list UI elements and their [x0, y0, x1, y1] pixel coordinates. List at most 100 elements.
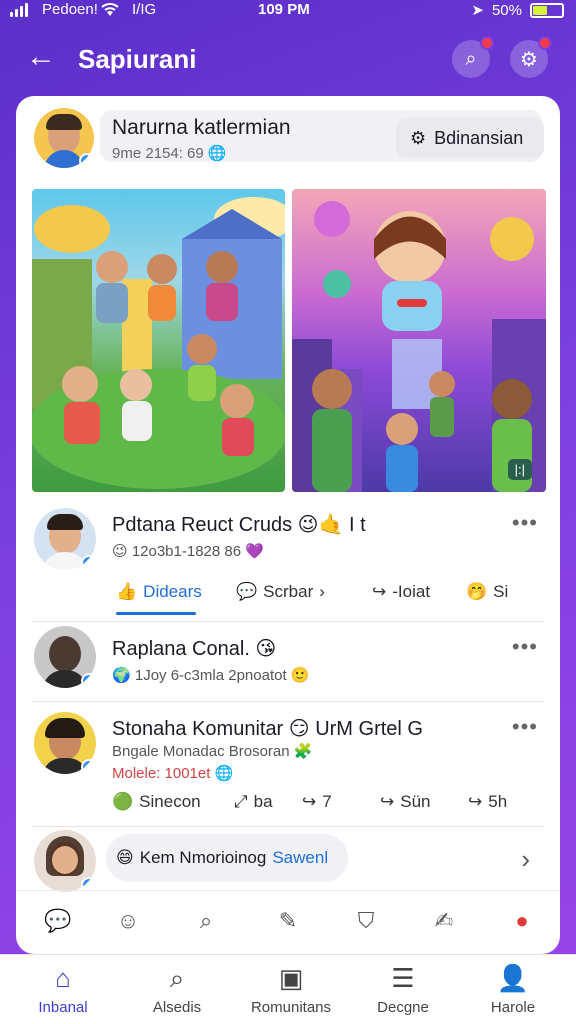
post1-author-avatar[interactable] [34, 508, 96, 570]
nav-label-search: Alsedis [152, 999, 202, 1016]
share-icon: ↪ [302, 792, 317, 811]
nav-label-communities: Romunitans [250, 999, 332, 1016]
post1-author-name[interactable]: Pdtana Reuct Cruds 😉🤙 I t [112, 512, 366, 537]
profile-icon[interactable]: ● [506, 905, 538, 937]
post-image-kids-city[interactable]: |:| [292, 189, 546, 492]
post3-action-1[interactable]: 🟢 Sinecon [112, 792, 201, 812]
nav-label-profile: Harole [490, 999, 536, 1016]
comment-icon: 💬 [236, 582, 258, 601]
search-icon[interactable]: ⌕ [190, 905, 222, 937]
battery-percent: 50% [491, 1, 522, 19]
group-meta: 9me 2154: 69 🌐 [112, 144, 227, 162]
post3-action-5[interactable]: ↪ 5h [468, 792, 507, 812]
status-bar: Pedoen! I/IG 109 PM ➤ 50% [0, 0, 576, 22]
group-feed-card: Narurna katlermian 9me 2154: 69 🌐 ⚙ Bdin… [16, 96, 560, 954]
group-name[interactable]: Narurna katlermian [112, 116, 291, 140]
shield-icon[interactable]: ⛉ [350, 905, 382, 937]
post1-emojis: 😉🤙 I t [297, 514, 366, 536]
post1-react-button[interactable]: 🤭 Si [466, 582, 508, 602]
carrier-name: Pedoen! [42, 1, 98, 18]
active-tab-underline [116, 612, 196, 615]
post1-react-label: Si [493, 582, 509, 601]
avatar-small-icon: 🟢 [112, 792, 134, 811]
location-icon: ➤ [471, 2, 484, 19]
divider [32, 701, 544, 702]
current-user-avatar[interactable] [34, 830, 96, 892]
post2-author-avatar[interactable] [34, 626, 96, 688]
clock: 109 PM [258, 1, 310, 18]
group-avatar[interactable] [34, 108, 94, 168]
nav-item-search[interactable]: ⌕ Alsedis [122, 963, 232, 1016]
chevron-right-icon[interactable]: › [521, 844, 530, 875]
chat-bubble-icon[interactable]: 💬 [42, 905, 74, 937]
mask-icon[interactable]: ☺ [112, 905, 144, 937]
post2-author-name[interactable]: Raplana Conal. 😘 [112, 636, 276, 661]
nav-item-home[interactable]: ⌂ Inbanal [8, 963, 118, 1016]
expand-icon: ⤢ [234, 792, 248, 811]
post3-action-5-label: 5h [488, 792, 508, 811]
settings-button[interactable]: ⚙ [510, 36, 552, 78]
edit-icon[interactable]: ✎ [272, 905, 304, 937]
emoji-icon: 🤭 [466, 582, 488, 601]
post1-meta: 😉 12o3b1-1828 86 💜 [112, 543, 264, 560]
post3-author-name[interactable]: Stonaha Komunitar 😏 UrM Grtel G [112, 716, 423, 741]
post1-like-label: Didears [143, 582, 202, 601]
join-group-button[interactable]: ⚙ Bdinansian [396, 118, 544, 158]
post3-action-4[interactable]: ↪ Sün [380, 792, 431, 812]
post-toolbar: 💬 ☺ ⌕ ✎ ⛉ ✍ ● [16, 890, 560, 954]
post3-action-2-label: ba [253, 792, 273, 811]
book-icon: ▣ [278, 963, 304, 993]
post2-meta: 🌍 1Joy 6-c3mla 2pnoatot 🙂 [112, 667, 310, 684]
verified-icon [81, 673, 96, 688]
post2-meta-text: 1Joy 6-c3mla 2pnoatot [134, 667, 287, 684]
home-icon: ⌂ [55, 963, 71, 993]
gallery-count-badge: |:| [507, 459, 532, 480]
nav-item-communities[interactable]: ▣ Romunitans [236, 963, 346, 1016]
list-icon: ☰ [391, 963, 415, 993]
network-type: I/IG [132, 1, 157, 18]
post3-author-avatar[interactable] [34, 712, 96, 774]
join-button-label: Bdinansian [434, 127, 524, 148]
search-notification-button[interactable]: ⌕ [452, 36, 494, 78]
like-icon: 👍 [116, 582, 138, 601]
post3-more-icon[interactable]: ••• [512, 714, 538, 740]
post1-like-button[interactable]: 👍 Didears [116, 582, 202, 602]
gear-icon: ⚙ [520, 48, 538, 71]
post-image-kids-playground[interactable] [32, 189, 285, 492]
back-arrow-icon[interactable]: ← [26, 42, 56, 72]
nav-label-home: Inbanal [38, 999, 88, 1016]
emoji-icon: 😄 [116, 848, 134, 867]
post3-action-3-label: 7 [322, 792, 332, 811]
post3-action-1-label: Sinecon [139, 792, 201, 811]
app-header: ← Sapiurani ⌕ ⚙ [0, 30, 576, 86]
post3-author-name-text: Stonaha Komunitar [112, 718, 284, 740]
post3-action-3[interactable]: ↪ 7 [302, 792, 332, 812]
globe-icon: 🌐 [207, 145, 227, 162]
person-icon: 👤 [496, 963, 530, 993]
share-icon: ↪ [372, 582, 387, 601]
post1-share-button[interactable]: ↪ -Ioiat [372, 582, 430, 602]
comment-input[interactable]: 😄 Kem Nmorioinog Sawenl [106, 834, 348, 882]
post1-share-label: -Ioiat [392, 582, 431, 601]
nav-item-profile[interactable]: 👤 Harole [458, 963, 568, 1016]
comment-save-link[interactable]: Sawenl [272, 848, 328, 868]
post1-meta-text: 12o3b1-1828 86 [131, 543, 242, 560]
post3-line2: Molele: 1001et 🌐 [112, 765, 234, 782]
share-icon: ↪ [468, 792, 483, 811]
post1-comment-label: Scrbar [263, 582, 314, 601]
verified-icon [81, 555, 96, 570]
chevron-right-icon: › [319, 582, 325, 601]
compose-icon[interactable]: ✍ [428, 905, 460, 937]
nav-item-list[interactable]: ☰ Decgne [348, 963, 458, 1016]
post2-more-icon[interactable]: ••• [512, 634, 538, 660]
post3-action-2[interactable]: ⤢ ba [234, 792, 273, 812]
post1-comment-button[interactable]: 💬 Scrbar › [236, 582, 325, 602]
post3-tags: UrM Grtel G [315, 718, 423, 740]
search-icon: ⌕ [169, 963, 185, 993]
divider [32, 621, 544, 622]
search-icon: ⌕ [465, 47, 477, 70]
post1-more-icon[interactable]: ••• [512, 510, 538, 536]
post2-author-name-text: Raplana Conal. [112, 638, 250, 660]
post3-line1: Bngale Monadac Brosoran 🧩 [112, 743, 313, 760]
gear-outline-icon: ⚙ [410, 127, 427, 148]
